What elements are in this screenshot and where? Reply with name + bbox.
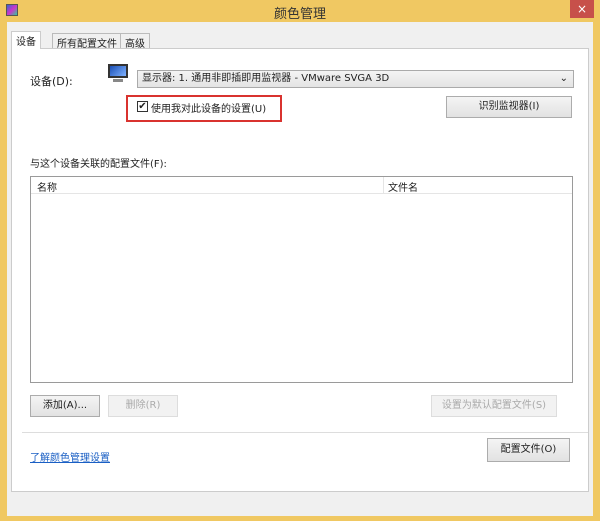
column-header-name[interactable]: 名称: [37, 179, 57, 194]
identify-monitors-button[interactable]: 识别监视器(I): [446, 96, 572, 118]
use-settings-checkbox[interactable]: ✔: [137, 101, 148, 112]
tab-all-profiles[interactable]: 所有配置文件: [52, 33, 122, 50]
profiles-list[interactable]: 名称 文件名: [30, 176, 573, 383]
use-settings-label[interactable]: 使用我对此设备的设置(U): [151, 100, 266, 115]
profiles-button[interactable]: 配置文件(O): [487, 438, 570, 462]
add-button[interactable]: 添加(A)...: [30, 395, 100, 417]
close-button[interactable]: ×: [570, 0, 594, 18]
learn-color-management-link[interactable]: 了解颜色管理设置: [30, 449, 110, 464]
column-divider[interactable]: [383, 177, 384, 194]
monitor-icon: [108, 64, 130, 82]
remove-button[interactable]: 删除(R): [108, 395, 178, 417]
chevron-down-icon: ⌄: [559, 73, 568, 84]
device-label: 设备(D):: [30, 75, 73, 88]
tab-advanced[interactable]: 高级: [120, 33, 150, 50]
tab-devices[interactable]: 设备: [11, 31, 41, 49]
window-title: 颜色管理: [273, 7, 326, 22]
title-bar: 颜色管理 ×: [0, 0, 600, 22]
device-select[interactable]: 显示器: 1. 通用非即插即用监视器 - VMware SVGA 3D ⌄: [137, 70, 574, 88]
column-header-filename[interactable]: 文件名: [388, 179, 418, 194]
profiles-label: 与这个设备关联的配置文件(F):: [30, 159, 167, 170]
list-header: [31, 177, 572, 194]
separator: [22, 432, 588, 433]
device-select-value: 显示器: 1. 通用非即插即用监视器 - VMware SVGA 3D: [142, 73, 390, 84]
set-default-button[interactable]: 设置为默认配置文件(S): [431, 395, 557, 417]
